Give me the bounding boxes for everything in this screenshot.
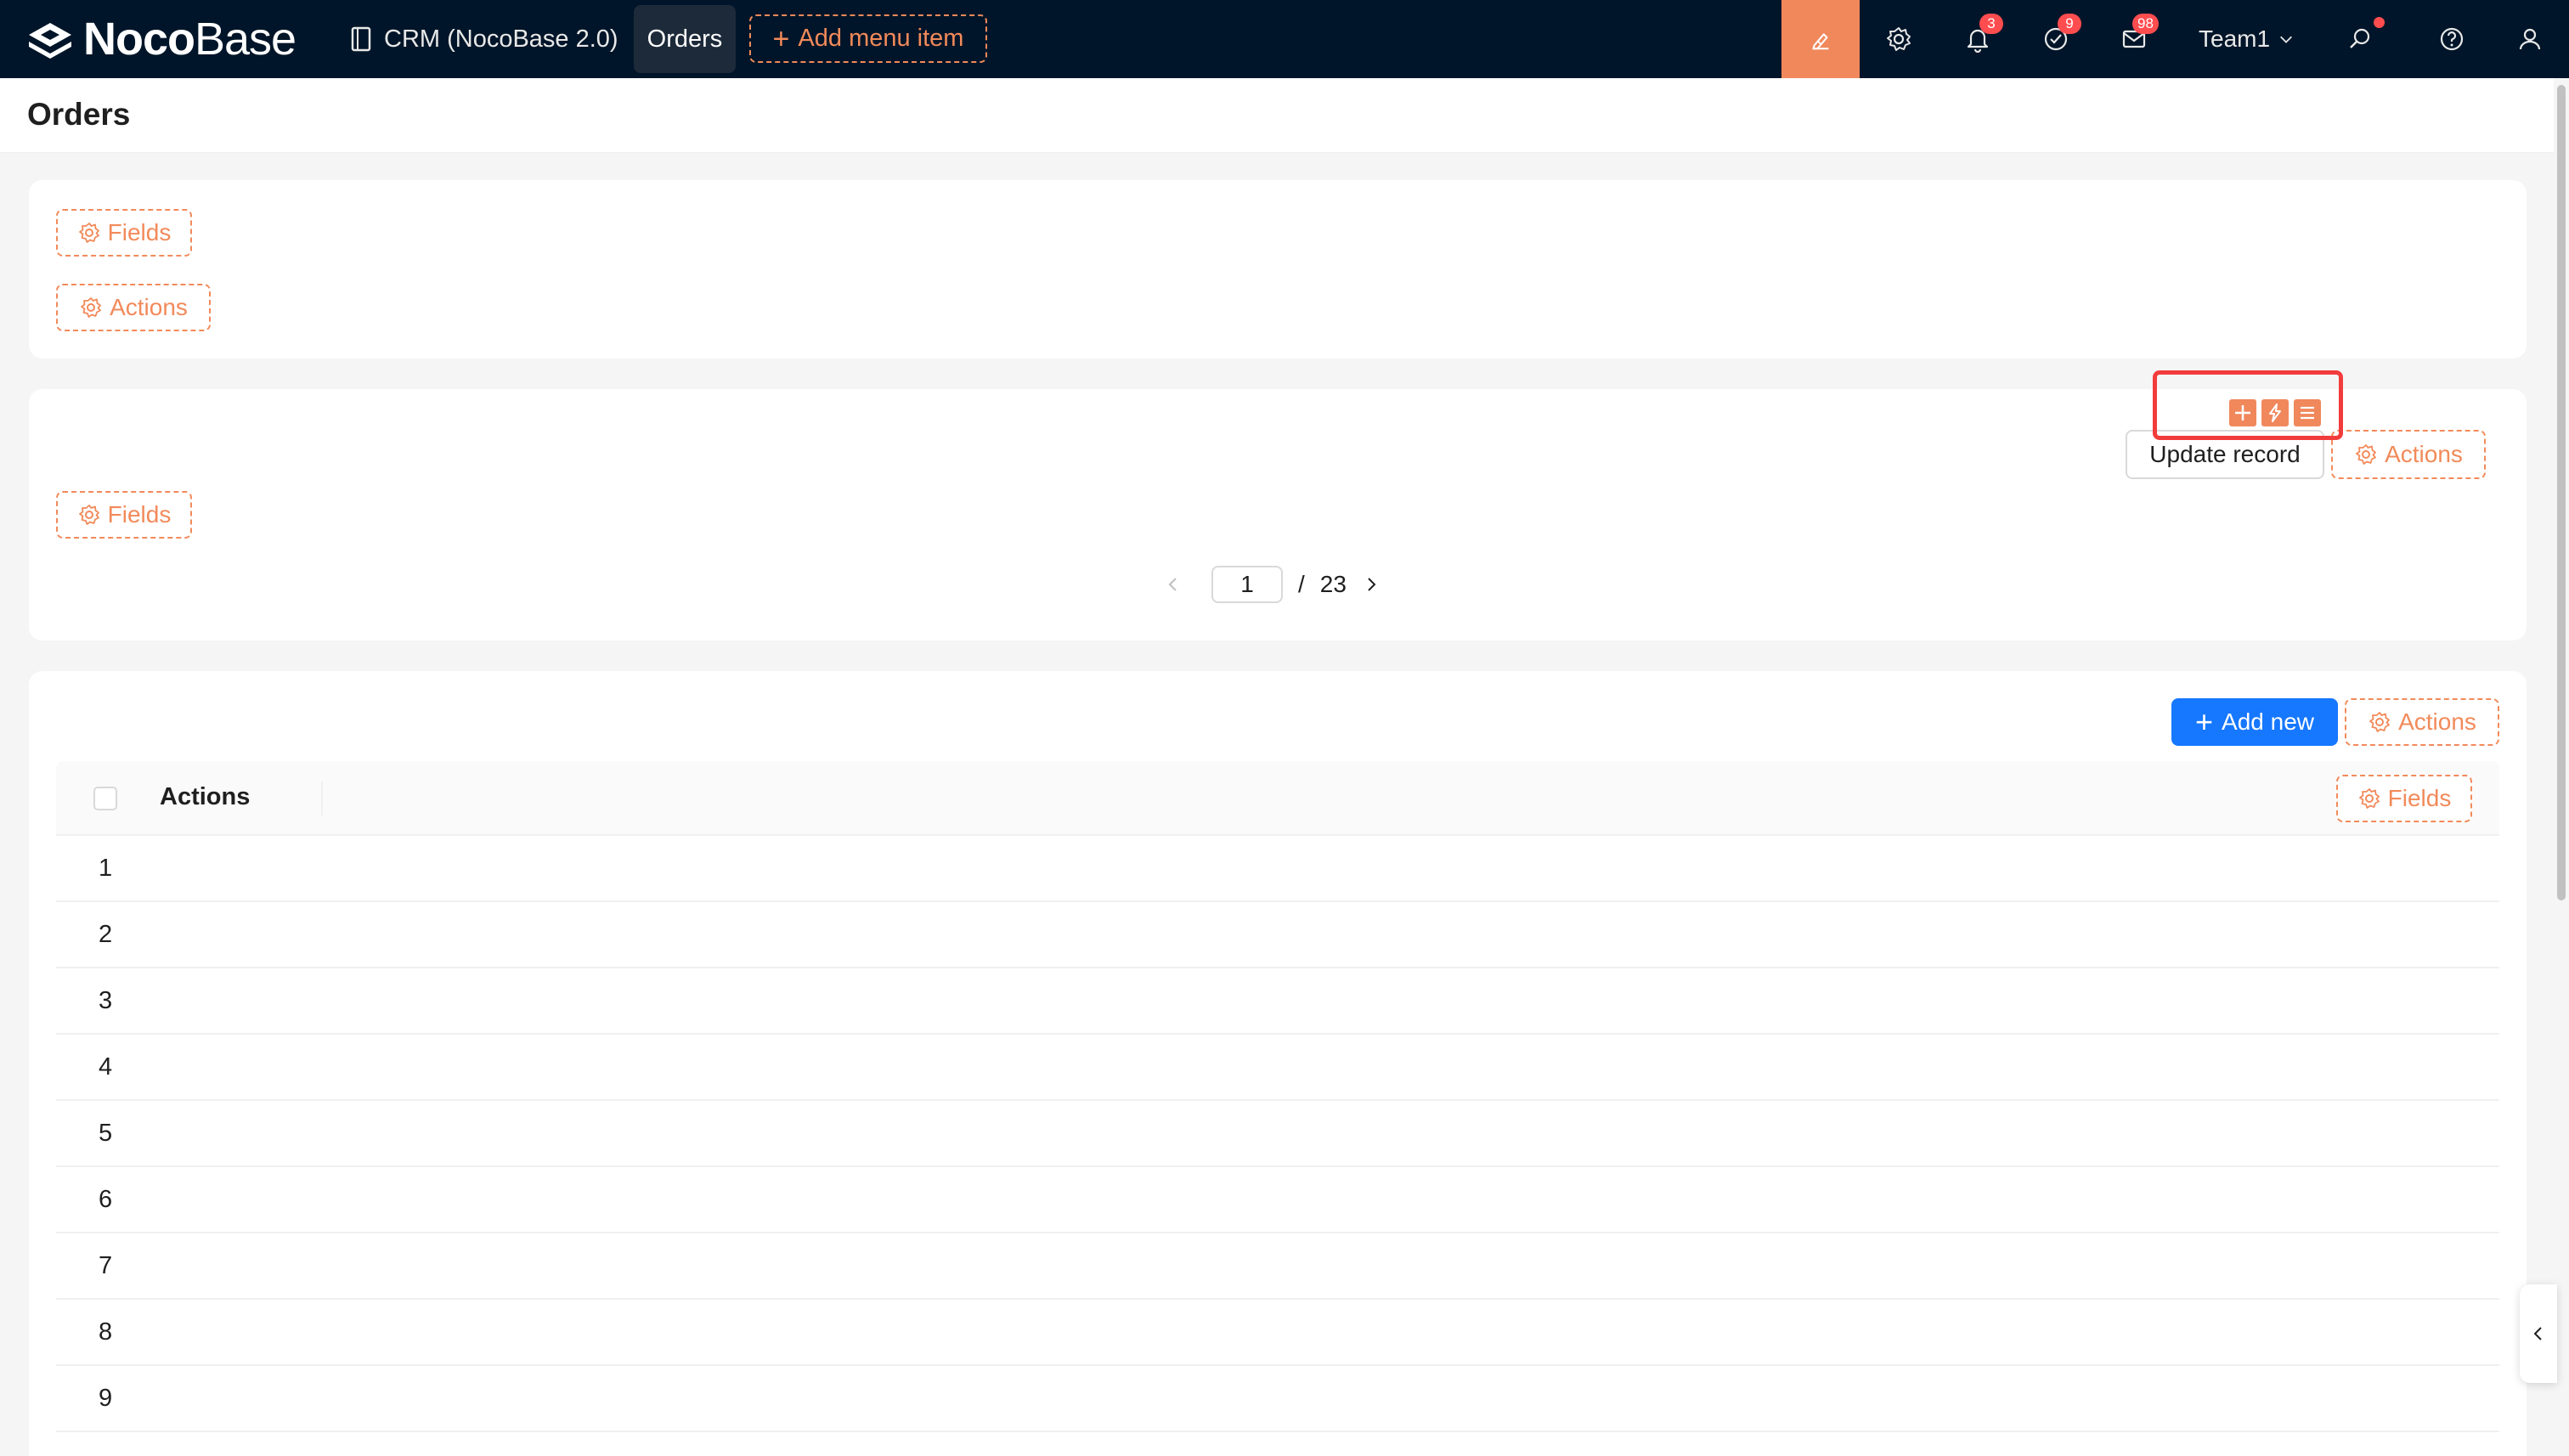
notifications-badge: 3 (1979, 14, 2003, 34)
team-selector[interactable]: Team1 (2199, 0, 2294, 78)
table-row[interactable]: 3 (56, 968, 2499, 1035)
logo-text: NocoBase (83, 14, 296, 65)
add-new-label: Add new (2222, 708, 2314, 735)
actions-config-label: Actions (2398, 708, 2476, 735)
column-header-actions: Actions (160, 783, 251, 810)
pagination: 1 / 23 (1164, 564, 1380, 605)
search-button[interactable] (2321, 0, 2399, 78)
filter-form-block: Fields Actions (29, 180, 2527, 358)
chevron-left-icon (2533, 1327, 2542, 1340)
table-row[interactable]: 6 (56, 1167, 2499, 1233)
mail-button[interactable]: 98 (2095, 0, 2173, 78)
page-scrollbar[interactable] (2554, 78, 2569, 1456)
actions-config-button[interactable]: Actions (56, 284, 211, 331)
row-index: 8 (99, 1318, 113, 1346)
row-index: 1 (99, 855, 113, 882)
table-row[interactable]: 2 (56, 902, 2499, 968)
table-row[interactable]: 1 (56, 836, 2499, 902)
plus-icon: + (2195, 704, 2214, 739)
actions-config-label: Actions (2385, 441, 2463, 467)
help-icon (2440, 27, 2464, 51)
gear-icon (78, 505, 99, 525)
actions-config-button[interactable]: Actions (2345, 698, 2499, 746)
actions-config-button[interactable]: Actions (2331, 430, 2486, 479)
team-label: Team1 (2199, 25, 2271, 52)
gear-icon (78, 223, 99, 243)
top-navigation-bar: NocoBase CRM (NocoBase 2.0) Orders + Add… (0, 0, 2569, 78)
plus-icon: + (772, 22, 790, 55)
row-index: 3 (99, 987, 113, 1014)
update-record-label: Update record (2149, 441, 2301, 467)
row-index: 5 (99, 1120, 113, 1147)
fields-config-label: Fields (2387, 785, 2452, 811)
settings-button[interactable] (1860, 0, 1938, 78)
chevron-left-icon[interactable] (1164, 575, 1183, 594)
search-dot (2374, 17, 2385, 28)
gear-icon (2356, 444, 2376, 465)
add-new-button[interactable]: + Add new (2171, 698, 2338, 746)
chevron-right-icon[interactable] (1362, 575, 1380, 594)
row-index: 2 (99, 921, 113, 948)
fields-config-label: Fields (107, 219, 172, 245)
page-title: Orders (27, 97, 131, 132)
pager-total: 23 (1319, 571, 1347, 597)
fields-config-button[interactable]: Fields (2336, 775, 2472, 822)
column-divider (321, 782, 323, 815)
tasks-button[interactable]: 9 (2017, 0, 2095, 78)
highlight-annotation (2153, 370, 2343, 440)
row-index: 6 (99, 1186, 113, 1213)
chevron-down-icon (2280, 36, 2292, 43)
page-header: Orders (0, 78, 2554, 153)
nocobase-logo[interactable]: NocoBase (25, 14, 296, 65)
notifications-button[interactable]: 3 (1939, 0, 2017, 78)
fields-config-button[interactable]: Fields (56, 209, 192, 257)
scroll-thumb[interactable] (2557, 85, 2566, 900)
nav-crm[interactable]: CRM (NocoBase 2.0) (350, 14, 618, 65)
mail-badge: 98 (2132, 14, 2159, 34)
search-icon (2350, 28, 2370, 48)
row-index: 4 (99, 1053, 113, 1081)
table-row[interactable]: 8 (56, 1300, 2499, 1366)
gear-icon (2369, 712, 2390, 732)
table-row[interactable]: 7 (56, 1233, 2499, 1300)
nav-orders-label: Orders (646, 25, 723, 53)
add-menu-item-button[interactable]: + Add menu item (749, 14, 987, 63)
nav-crm-label: CRM (NocoBase 2.0) (384, 25, 618, 53)
row-index: 9 (99, 1385, 113, 1412)
ui-editor-button[interactable] (1781, 0, 1860, 78)
row-index: 7 (99, 1252, 113, 1279)
gear-icon (2358, 788, 2380, 809)
table-row[interactable]: 9 (56, 1366, 2499, 1432)
page-input[interactable]: 1 (1211, 566, 1283, 603)
actions-config-label: Actions (110, 294, 188, 320)
user-icon (2519, 28, 2541, 50)
add-menu-item-label: Add menu item (798, 25, 964, 52)
nocobase-logo-icon (29, 23, 71, 59)
select-all-checkbox[interactable] (93, 787, 117, 810)
pager-separator: / (1298, 571, 1305, 597)
table-header: Actions Fields (56, 761, 2499, 836)
gear-icon (81, 297, 101, 318)
book-icon (351, 26, 371, 52)
user-button[interactable] (2491, 0, 2569, 78)
nav-orders[interactable]: Orders (634, 5, 736, 73)
table-row[interactable]: 5 (56, 1101, 2499, 1167)
fields-config-label: Fields (107, 501, 172, 528)
tasks-badge: 9 (2058, 14, 2081, 34)
ui-editor-icon (1812, 33, 1829, 50)
side-panel-toggle[interactable] (2520, 1284, 2557, 1383)
help-button[interactable] (2413, 0, 2491, 78)
gear-icon (1887, 27, 1911, 51)
fields-config-button[interactable]: Fields (56, 491, 192, 539)
table-row[interactable]: 4 (56, 1035, 2499, 1101)
